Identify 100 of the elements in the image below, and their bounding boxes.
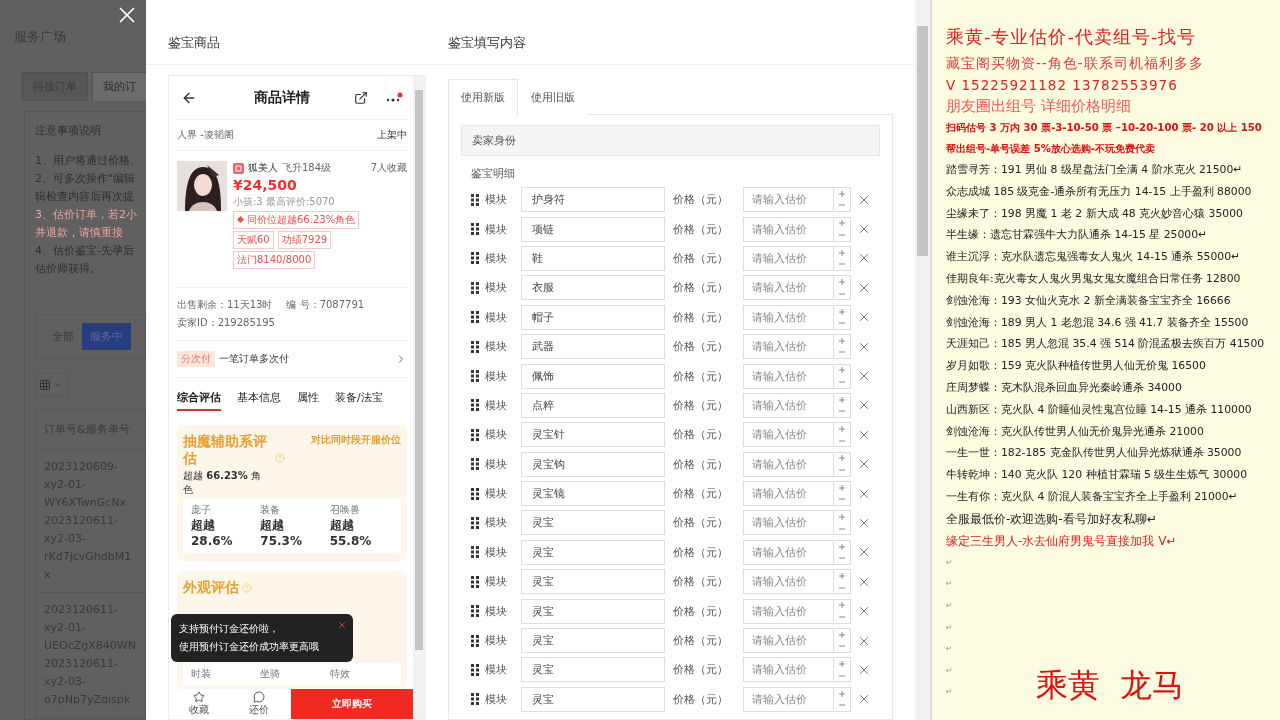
scrollbar[interactable] [915,0,930,720]
remove-icon[interactable] [857,516,871,530]
drag-handle-icon[interactable] [471,517,479,529]
minus-icon[interactable] [839,261,845,268]
price-input[interactable]: 请输入估价 [743,216,833,242]
plus-icon[interactable] [839,690,845,697]
minus-icon[interactable] [839,584,845,591]
minus-icon[interactable] [839,231,845,238]
minus-icon[interactable] [839,702,845,709]
minus-icon[interactable] [839,496,845,503]
drag-handle-icon[interactable] [471,428,479,441]
price-input[interactable]: 请输入估价 [743,657,833,683]
plus-icon[interactable] [839,661,845,668]
tab[interactable]: 属性 [297,390,319,411]
minus-icon[interactable] [839,349,845,356]
stepper[interactable] [833,216,851,242]
plus-icon[interactable] [839,279,845,286]
stepper[interactable] [833,451,851,477]
plus-icon[interactable] [839,308,845,315]
price-input[interactable]: 请输入估价 [743,481,833,507]
scrollbar[interactable] [413,76,425,719]
input-field[interactable]: 灵宝 [521,539,665,565]
drag-handle-icon[interactable] [471,311,479,324]
drag-handle-icon[interactable] [471,487,479,500]
drag-handle-icon[interactable] [471,223,479,236]
plus-icon[interactable] [839,396,845,403]
stepper[interactable] [833,510,851,536]
input-field[interactable]: 点粹 [521,392,665,418]
plus-icon[interactable] [839,573,845,579]
tab[interactable]: 综合评估 [177,390,221,411]
minus-icon[interactable] [839,408,845,415]
drag-handle-icon[interactable] [471,399,479,412]
drag-handle-icon[interactable] [471,575,479,588]
plus-icon[interactable] [839,426,845,433]
drag-handle-icon[interactable] [471,634,479,647]
drag-handle-icon[interactable] [471,663,479,676]
plus-icon[interactable] [839,602,845,609]
input-field[interactable]: 灵宝 [521,598,665,624]
price-input[interactable]: 请输入估价 [743,392,833,418]
minus-icon[interactable] [839,290,845,297]
plus-icon[interactable] [839,190,845,197]
stepper[interactable] [833,334,851,360]
minus-icon[interactable] [839,378,845,385]
drag-handle-icon[interactable] [471,252,479,265]
price-input[interactable]: 请输入估价 [743,686,833,712]
minus-icon[interactable] [839,320,845,326]
price-input[interactable]: 请输入估价 [743,275,833,301]
input-field[interactable]: 武器 [521,334,665,360]
stepper[interactable] [833,569,851,595]
stepper[interactable] [833,686,851,712]
stepper[interactable] [833,245,851,271]
column-toggle-button[interactable] [35,373,69,397]
input-field[interactable]: 衣服 [521,275,665,301]
input-field[interactable]: 灵宝 [521,686,665,712]
plus-icon[interactable] [839,220,845,227]
stepper[interactable] [833,304,851,330]
drag-handle-icon[interactable] [471,546,479,559]
help-icon[interactable] [275,453,285,463]
drag-handle-icon[interactable] [471,281,479,294]
input-field[interactable]: 灵宝 [521,628,665,654]
more-icon[interactable] [384,91,403,104]
plus-icon[interactable] [839,514,845,521]
price-input[interactable]: 请输入估价 [743,510,833,536]
input-field[interactable]: 灵宝镜 [521,481,665,507]
plus-icon[interactable] [839,367,845,374]
buy-button[interactable]: 立即购买 [291,689,413,719]
stepper[interactable] [833,657,851,683]
help-icon[interactable] [242,583,252,593]
stepper[interactable] [833,598,851,624]
minus-icon[interactable] [839,466,845,473]
action-button[interactable]: 还价 [229,691,289,717]
drag-handle-icon[interactable] [471,458,479,471]
price-input[interactable]: 请输入估价 [743,245,833,271]
input-field[interactable]: 灵宝 [521,569,665,595]
drag-handle-icon[interactable] [471,370,479,383]
input-field[interactable]: 灵宝 [521,657,665,683]
stepper[interactable] [833,187,851,213]
price-input[interactable]: 请输入估价 [743,422,833,448]
input-field[interactable]: 项链 [521,216,665,242]
price-input[interactable]: 请输入估价 [743,304,833,330]
drag-handle-icon[interactable] [471,605,479,618]
minus-icon[interactable] [839,613,845,620]
input-field[interactable]: 帽子 [521,304,665,330]
plus-icon[interactable] [839,543,845,550]
tab[interactable]: 基本信息 [237,390,281,411]
stepper[interactable] [833,481,851,507]
input-field[interactable]: 灵宝钩 [521,451,665,477]
stepper[interactable] [833,628,851,654]
minus-icon[interactable] [839,643,845,650]
input-field[interactable]: 护身符 [521,187,665,213]
minus-icon[interactable] [839,437,845,444]
drag-handle-icon[interactable] [471,340,479,353]
input-field[interactable]: 灵宝 [521,510,665,536]
price-input[interactable]: 请输入估价 [743,628,833,654]
price-input[interactable]: 请输入估价 [743,598,833,624]
stepper[interactable] [833,539,851,565]
tab[interactable]: 装备/法宝 [335,390,383,411]
price-input[interactable]: 请输入估价 [743,451,833,477]
input-field[interactable]: 佩饰 [521,363,665,389]
stepper[interactable] [833,363,851,389]
